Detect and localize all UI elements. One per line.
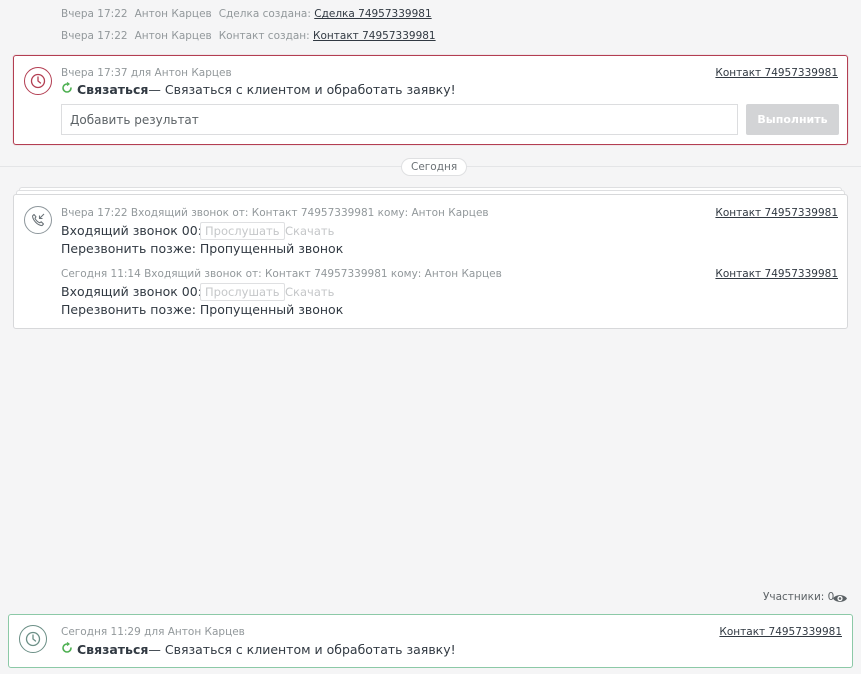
download-link[interactable]: Скачать bbox=[285, 285, 334, 299]
refresh-icon bbox=[61, 82, 73, 97]
task-description: Связаться — Связаться с клиентом и обраб… bbox=[61, 642, 456, 657]
clock-icon bbox=[19, 625, 47, 653]
overdue-task-card: Вчера 17:37 для Антон Карцев Контакт 749… bbox=[13, 55, 848, 145]
clock-icon bbox=[24, 67, 52, 95]
log-text: Сделка создана: bbox=[218, 8, 311, 20]
deal-link[interactable]: Сделка 74957339981 bbox=[314, 8, 431, 20]
participants-count: Участники: 0 bbox=[763, 591, 835, 603]
calls-card: Вчера 17:22 Входящий звонок от: Контакт … bbox=[13, 194, 848, 329]
task-type: Связаться bbox=[77, 82, 149, 97]
task-text: — Связаться с клиентом и обработать заяв… bbox=[148, 82, 456, 97]
log-author: Антон Карцев bbox=[134, 30, 212, 42]
task-type: Связаться bbox=[77, 642, 149, 657]
call-result: Перезвонить позже: Пропущенный звонок bbox=[61, 241, 344, 256]
contact-link[interactable]: Контакт 74957339981 bbox=[313, 30, 436, 42]
upcoming-task-card: Сегодня 11:29 для Антон Карцев Контакт 7… bbox=[8, 614, 853, 668]
log-entry-contact-created: Вчера 17:22 Антон Карцев Контакт создан: К… bbox=[61, 30, 436, 42]
refresh-icon bbox=[61, 642, 73, 657]
task-contact-link[interactable]: Контакт 74957339981 bbox=[715, 67, 838, 79]
log-time: Вчера 17:22 bbox=[61, 30, 128, 42]
listen-button[interactable]: Прослушать bbox=[200, 222, 285, 240]
eye-icon[interactable] bbox=[832, 590, 848, 609]
task-text: — Связаться с клиентом и обработать заяв… bbox=[148, 642, 456, 657]
call-duration: Входящий звонок 00:00 bbox=[61, 223, 218, 238]
call-duration: Входящий звонок 00:00 bbox=[61, 284, 218, 299]
complete-task-button[interactable]: Выполнить bbox=[746, 104, 839, 135]
incoming-call-icon bbox=[24, 206, 52, 234]
task-meta: Сегодня 11:29 для Антон Карцев bbox=[61, 626, 245, 638]
call-contact-link[interactable]: Контакт 74957339981 bbox=[715, 207, 838, 219]
log-author: Антон Карцев bbox=[134, 8, 212, 20]
download-link[interactable]: Скачать bbox=[285, 224, 334, 238]
log-time: Вчера 17:22 bbox=[61, 8, 128, 20]
call-meta: Сегодня 11:14 Входящий звонок от: Контак… bbox=[61, 268, 502, 280]
call-meta: Вчера 17:22 Входящий звонок от: Контакт … bbox=[61, 207, 489, 219]
task-contact-link[interactable]: Контакт 74957339981 bbox=[719, 626, 842, 638]
task-meta: Вчера 17:37 для Антон Карцев bbox=[61, 67, 232, 79]
call-result: Перезвонить позже: Пропущенный звонок bbox=[61, 302, 344, 317]
call-contact-link[interactable]: Контакт 74957339981 bbox=[715, 268, 838, 280]
date-separator-badge: Сегодня bbox=[401, 158, 468, 176]
task-description: Связаться — Связаться с клиентом и обраб… bbox=[61, 82, 456, 97]
log-entry-deal-created: Вчера 17:22 Антон Карцев Сделка создана: С… bbox=[61, 8, 432, 20]
listen-button[interactable]: Прослушать bbox=[200, 283, 285, 301]
add-result-input[interactable] bbox=[61, 104, 738, 135]
log-text: Контакт создан: bbox=[218, 30, 310, 42]
